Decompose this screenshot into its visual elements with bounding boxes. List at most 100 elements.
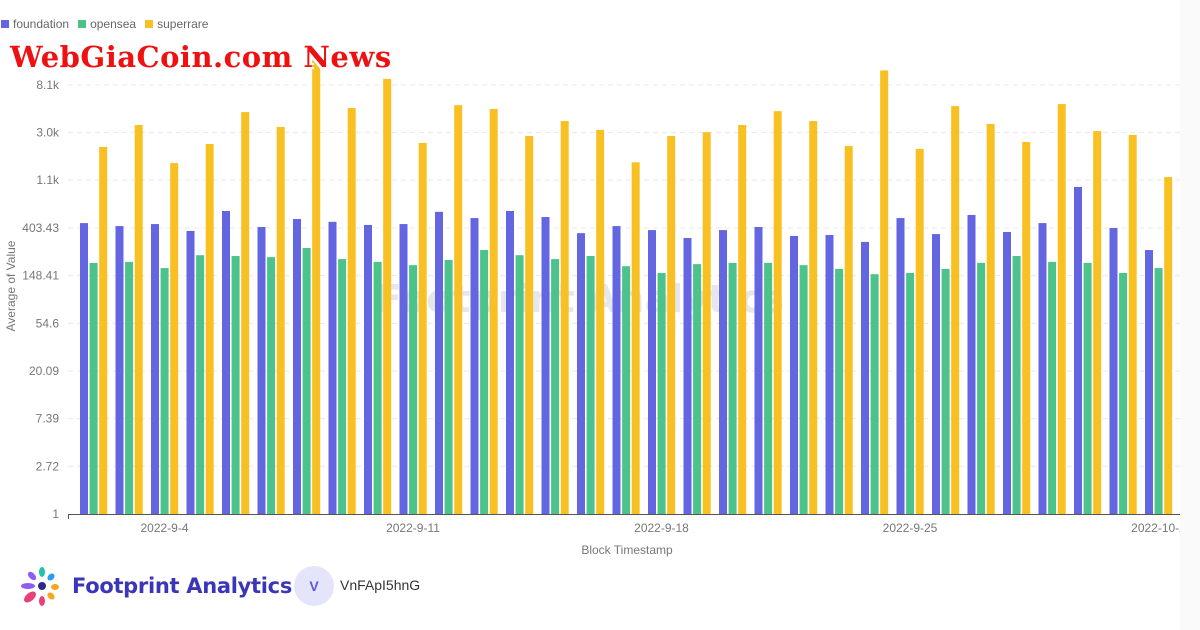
bar-superrare[interactable] xyxy=(702,132,711,514)
bar-opensea[interactable] xyxy=(906,272,915,514)
bar-superrare[interactable] xyxy=(134,124,143,514)
bar-foundation[interactable] xyxy=(364,224,372,514)
bar-opensea[interactable] xyxy=(1048,261,1057,514)
bar-superrare[interactable] xyxy=(667,135,676,514)
bar-superrare[interactable] xyxy=(844,146,853,514)
bar-foundation[interactable] xyxy=(896,218,905,515)
bar-foundation[interactable] xyxy=(222,211,230,515)
bar-foundation[interactable] xyxy=(470,218,479,515)
bar-opensea[interactable] xyxy=(764,262,773,514)
bar-superrare[interactable] xyxy=(1022,141,1031,514)
bar-superrare[interactable] xyxy=(489,108,498,515)
bar-superrare[interactable] xyxy=(986,124,995,515)
bar-opensea[interactable] xyxy=(338,259,347,514)
bar-foundation[interactable] xyxy=(1145,250,1153,514)
bar-opensea[interactable] xyxy=(657,272,666,514)
bar-opensea[interactable] xyxy=(125,261,134,514)
bar-foundation[interactable] xyxy=(1003,231,1011,514)
username[interactable]: VnFApI5hnG xyxy=(340,577,420,593)
bar-opensea[interactable] xyxy=(302,248,311,514)
bar-opensea[interactable] xyxy=(941,268,950,514)
bar-superrare[interactable] xyxy=(1128,134,1137,515)
y-tick-label: 148.41 xyxy=(22,269,59,283)
bar-opensea[interactable] xyxy=(196,255,205,514)
bar-opensea[interactable] xyxy=(231,256,240,514)
bar-foundation[interactable] xyxy=(719,230,727,514)
bar-opensea[interactable] xyxy=(373,261,382,514)
bar-foundation[interactable] xyxy=(825,235,834,514)
bar-superrare[interactable] xyxy=(631,162,640,514)
bar-opensea[interactable] xyxy=(586,256,595,514)
bar-foundation[interactable] xyxy=(1038,223,1047,514)
legend-item-opensea[interactable]: opensea xyxy=(78,17,136,31)
bar-superrare[interactable] xyxy=(560,121,569,514)
legend-item-superrare[interactable]: superrare xyxy=(145,17,208,31)
bar-foundation[interactable] xyxy=(257,226,266,514)
bar-foundation[interactable] xyxy=(80,223,88,514)
bar-opensea[interactable] xyxy=(89,262,98,514)
bar-opensea[interactable] xyxy=(799,265,808,514)
bar-foundation[interactable] xyxy=(648,230,656,514)
bar-opensea[interactable] xyxy=(480,250,489,514)
bar-foundation[interactable] xyxy=(612,226,621,515)
bar-superrare[interactable] xyxy=(915,148,924,514)
scrollbar-track[interactable] xyxy=(1180,0,1200,630)
bar-foundation[interactable] xyxy=(115,226,124,515)
bar-opensea[interactable] xyxy=(515,255,524,514)
bar-foundation[interactable] xyxy=(1109,228,1118,514)
bar-foundation[interactable] xyxy=(435,211,443,514)
bar-opensea[interactable] xyxy=(1154,268,1163,514)
bar-superrare[interactable] xyxy=(1093,131,1102,514)
bar-foundation[interactable] xyxy=(328,221,337,514)
bar-opensea[interactable] xyxy=(977,262,986,514)
bar-foundation[interactable] xyxy=(541,216,550,514)
bar-superrare[interactable] xyxy=(312,57,321,514)
bar-superrare[interactable] xyxy=(99,146,108,514)
bar-superrare[interactable] xyxy=(773,111,782,515)
bar-foundation[interactable] xyxy=(754,226,763,514)
bar-superrare[interactable] xyxy=(383,78,392,514)
bar-superrare[interactable] xyxy=(880,70,889,515)
bar-superrare[interactable] xyxy=(347,107,356,514)
bar-opensea[interactable] xyxy=(622,266,631,514)
bar-opensea[interactable] xyxy=(870,274,879,514)
bar-superrare[interactable] xyxy=(738,124,747,514)
bar-superrare[interactable] xyxy=(596,129,605,514)
bar-superrare[interactable] xyxy=(170,163,179,514)
bar-foundation[interactable] xyxy=(861,241,869,514)
bar-superrare[interactable] xyxy=(276,126,285,514)
bar-superrare[interactable] xyxy=(1164,177,1173,514)
bar-superrare[interactable] xyxy=(809,121,818,514)
bar-opensea[interactable] xyxy=(1012,256,1021,514)
bar-foundation[interactable] xyxy=(967,214,976,514)
bar-opensea[interactable] xyxy=(160,268,169,514)
bar-foundation[interactable] xyxy=(399,224,408,515)
bar-foundation[interactable] xyxy=(506,211,514,515)
bar-superrare[interactable] xyxy=(525,135,534,514)
bar-superrare[interactable] xyxy=(951,106,960,514)
avatar[interactable]: V xyxy=(294,566,334,606)
bar-opensea[interactable] xyxy=(409,265,418,514)
bar-foundation[interactable] xyxy=(293,219,301,515)
bar-foundation[interactable] xyxy=(683,237,692,514)
bar-foundation[interactable] xyxy=(577,233,585,514)
legend-item-foundation[interactable]: foundation xyxy=(1,17,69,31)
bar-foundation[interactable] xyxy=(186,230,195,514)
bar-foundation[interactable] xyxy=(1074,187,1082,515)
bar-opensea[interactable] xyxy=(693,264,702,514)
bar-foundation[interactable] xyxy=(151,224,159,515)
bar-opensea[interactable] xyxy=(551,259,560,514)
bar-opensea[interactable] xyxy=(267,257,276,514)
bar-opensea[interactable] xyxy=(1119,272,1128,514)
bar-foundation[interactable] xyxy=(932,234,940,514)
bar-opensea[interactable] xyxy=(835,268,844,514)
bar-foundation[interactable] xyxy=(790,235,798,515)
bar-opensea[interactable] xyxy=(1083,262,1092,514)
bar-superrare[interactable] xyxy=(1057,104,1066,515)
bar-superrare[interactable] xyxy=(205,143,214,514)
bar-superrare[interactable] xyxy=(454,105,463,515)
bar-superrare[interactable] xyxy=(418,142,427,515)
bar-opensea[interactable] xyxy=(444,260,453,514)
bar-superrare[interactable] xyxy=(241,112,250,515)
bar-opensea[interactable] xyxy=(728,262,737,514)
